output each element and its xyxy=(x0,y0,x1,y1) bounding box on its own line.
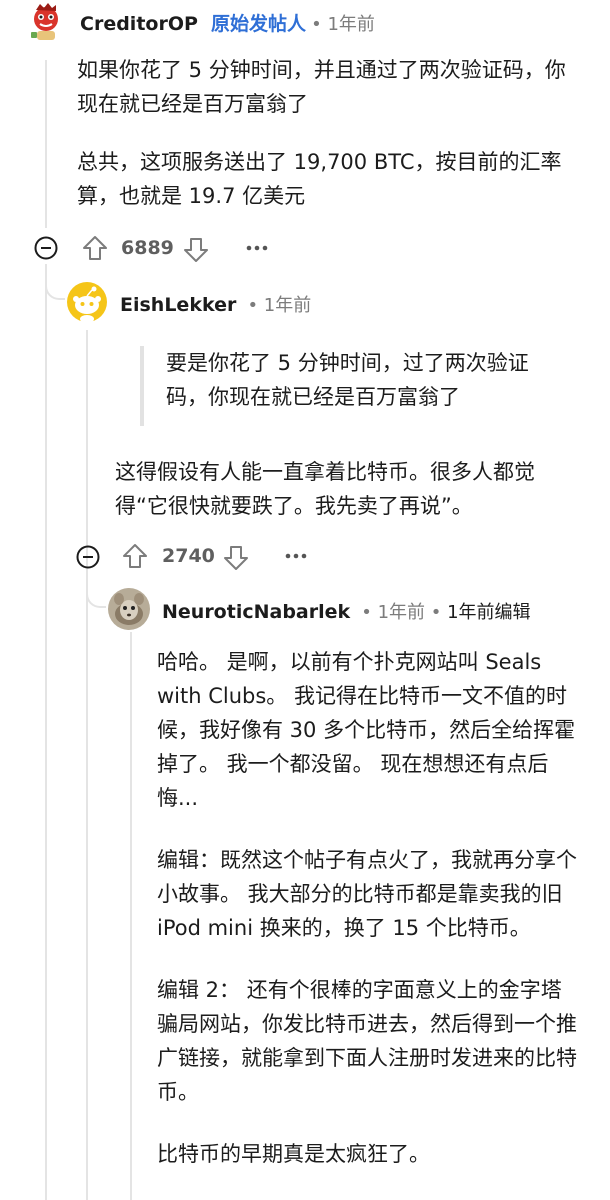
comment-paragraph: 总共，这项服务送出了 19,700 BTC，按目前的汇率算，也就是 19.7 亿… xyxy=(77,150,562,208)
upvote-arrow-icon[interactable] xyxy=(82,234,108,262)
op-badge: 原始发帖人 xyxy=(211,13,307,35)
comment-paragraph: 编辑 2： 还有个很棒的字面意义上的金字塔骗局网站，你发比特币进去，然后得到一个… xyxy=(157,978,577,1104)
username[interactable]: CreditorOP xyxy=(80,13,198,35)
meta-dot: • xyxy=(361,602,378,623)
comment-paragraph: 如果你花了 5 分钟时间，并且通过了两次验证码，你现在就已经是百万富翁了 xyxy=(77,58,566,116)
thread-line-level2 xyxy=(86,330,88,1200)
comment-body: 如果你花了 5 分钟时间，并且通过了两次验证码，你现在就已经是百万富翁了 总共，… xyxy=(77,53,567,213)
downvote-arrow-icon[interactable] xyxy=(183,236,209,264)
upvote-arrow-icon[interactable] xyxy=(122,542,148,570)
thread-line-level3 xyxy=(130,632,132,1200)
comment-paragraph: 比特币的早期真是太疯狂了。 xyxy=(157,1142,430,1166)
avatar[interactable] xyxy=(66,281,108,323)
timestamp: 1年前 xyxy=(377,602,426,623)
collapse-minus-icon[interactable] xyxy=(76,545,100,569)
thread-branch-level2 xyxy=(86,572,106,608)
meta-dot: • xyxy=(311,14,328,35)
more-dots-icon[interactable] xyxy=(285,551,307,561)
quote-text: 要是你花了 5 分钟时间，过了两次验证码，你现在就已经是百万富翁了 xyxy=(166,351,529,409)
edited-label: 1年前编辑 xyxy=(447,602,531,623)
thread-branch-level1 xyxy=(45,278,65,300)
snoo-yellow-avatar-icon xyxy=(67,282,107,323)
timestamp: 1年前 xyxy=(327,14,375,35)
avatar[interactable] xyxy=(26,2,66,42)
thread-line-level1 xyxy=(45,264,47,1200)
avatar[interactable] xyxy=(108,588,150,630)
collapse-minus-icon[interactable] xyxy=(34,236,58,260)
vote-count: 6889 xyxy=(121,237,174,259)
more-dots-icon[interactable] xyxy=(246,243,268,253)
snoo-red-avatar-icon xyxy=(31,3,58,40)
vote-count: 2740 xyxy=(162,545,215,567)
timestamp: 1年前 xyxy=(263,295,312,316)
downvote-arrow-icon[interactable] xyxy=(223,544,249,572)
quote-block: 要是你花了 5 分钟时间，过了两次验证码，你现在就已经是百万富翁了 xyxy=(140,346,562,426)
comment-body: 哈哈。 是啊，以前有个扑克网站叫 Seals with Clubs。 我记得在比… xyxy=(157,645,577,1171)
meta-dot: • xyxy=(247,295,264,316)
comment-paragraph: 编辑：既然这个帖子有点火了，我就再分享个小故事。 我大部分的比特币都是靠卖我的旧… xyxy=(157,848,577,940)
thread-line-root xyxy=(45,60,47,228)
comment-body: 这得假设有人能一直拿着比特币。很多人都觉得“它很快就要跌了。我先卖了再说”。 xyxy=(115,460,535,518)
meta-dot: • xyxy=(425,602,448,623)
username[interactable]: NeuroticNabarlek xyxy=(162,601,350,623)
photo-avatar-icon xyxy=(108,588,150,630)
username[interactable]: EishLekker xyxy=(120,294,236,316)
comment-paragraph: 哈哈。 是啊，以前有个扑克网站叫 Seals with Clubs。 我记得在比… xyxy=(157,650,576,810)
